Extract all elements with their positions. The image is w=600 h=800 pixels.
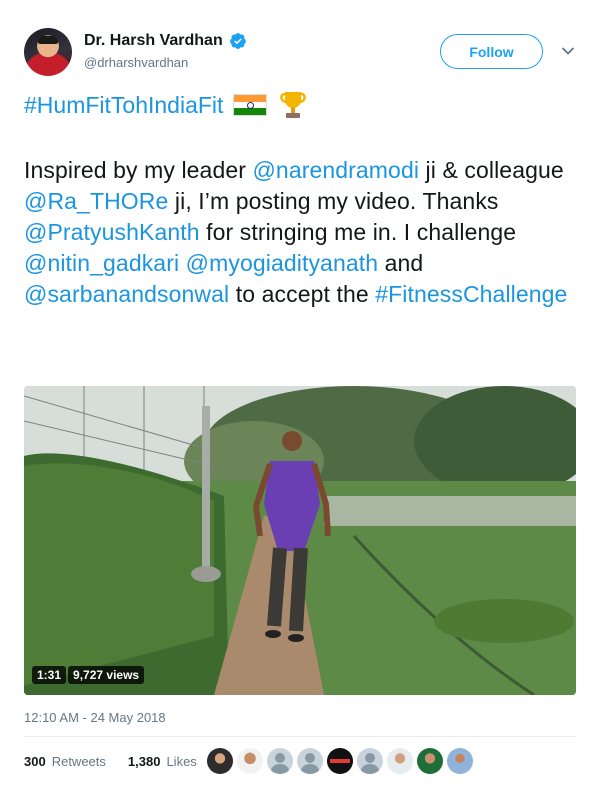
- tweet-text-segment: ji & colleague: [419, 157, 564, 183]
- liker-avatar[interactable]: [207, 748, 233, 774]
- video-views: 9,727 views: [68, 666, 145, 684]
- tweet-timestamp[interactable]: 12:10 AM - 24 May 2018: [24, 710, 166, 725]
- liker-avatar[interactable]: [447, 748, 473, 774]
- tweet-stats: 300 Retweets 1,380 Likes: [24, 754, 197, 769]
- hashtag-link[interactable]: #FitnessChallenge: [375, 281, 567, 307]
- liker-avatar[interactable]: [297, 748, 323, 774]
- liker-avatar[interactable]: [267, 748, 293, 774]
- liker-avatar[interactable]: [417, 748, 443, 774]
- verified-badge-icon: [229, 33, 246, 49]
- liker-avatar[interactable]: [387, 748, 413, 774]
- likes-label[interactable]: Likes: [166, 754, 196, 769]
- video-thumbnail: [24, 386, 576, 695]
- india-flag-icon: [233, 94, 268, 116]
- tweet-header: Dr. Harsh Vardhan @drharshvardhan Follow: [0, 0, 600, 86]
- mention-link[interactable]: @Ra_THORe: [24, 188, 168, 214]
- tweet-text-segment: for stringing me in. I challenge: [199, 219, 517, 245]
- likes-count[interactable]: 1,380: [128, 754, 161, 769]
- liker-avatar[interactable]: [237, 748, 263, 774]
- divider: [24, 736, 576, 737]
- hashtag-link[interactable]: #HumFitTohIndiaFit: [24, 90, 223, 120]
- hashtag-line: #HumFitTohIndiaFit: [24, 90, 309, 120]
- retweets-count[interactable]: 300: [24, 754, 46, 769]
- liker-avatar[interactable]: [357, 748, 383, 774]
- mention-link[interactable]: @PratyushKanth: [24, 219, 200, 245]
- mention-link[interactable]: @nitin_gadkari: [24, 250, 179, 276]
- liker-avatars: [207, 748, 473, 774]
- liker-avatar[interactable]: [327, 748, 353, 774]
- mention-link[interactable]: @sarbanandsonwal: [24, 281, 229, 307]
- trophy-icon: [280, 92, 307, 118]
- retweets-label[interactable]: Retweets: [52, 754, 106, 769]
- author-name-row[interactable]: Dr. Harsh Vardhan: [84, 32, 247, 50]
- video-duration: 1:31: [32, 666, 67, 684]
- tweet-text-segment: and: [378, 250, 424, 276]
- tweet-text-segment: ji, I’m posting my video. Thanks: [168, 188, 499, 214]
- tweet-text-segment: to accept the: [229, 281, 376, 307]
- author-handle[interactable]: @drharshvardhan: [84, 55, 188, 70]
- video-stats-badge: 1:31 9,727 views: [32, 666, 145, 684]
- follow-button[interactable]: Follow: [440, 34, 543, 69]
- display-name[interactable]: Dr. Harsh Vardhan: [84, 32, 223, 50]
- mention-link[interactable]: @narendramodi: [252, 157, 419, 183]
- mention-link[interactable]: @myogiadityanath: [186, 250, 378, 276]
- video-player[interactable]: 1:31 9,727 views: [24, 386, 576, 695]
- tweet-text-segment: Inspired by my leader: [24, 157, 253, 183]
- tweet-text: Inspired by my leader @narendramodi ji &…: [24, 155, 584, 310]
- chevron-down-icon[interactable]: [561, 44, 575, 58]
- avatar[interactable]: [24, 28, 72, 76]
